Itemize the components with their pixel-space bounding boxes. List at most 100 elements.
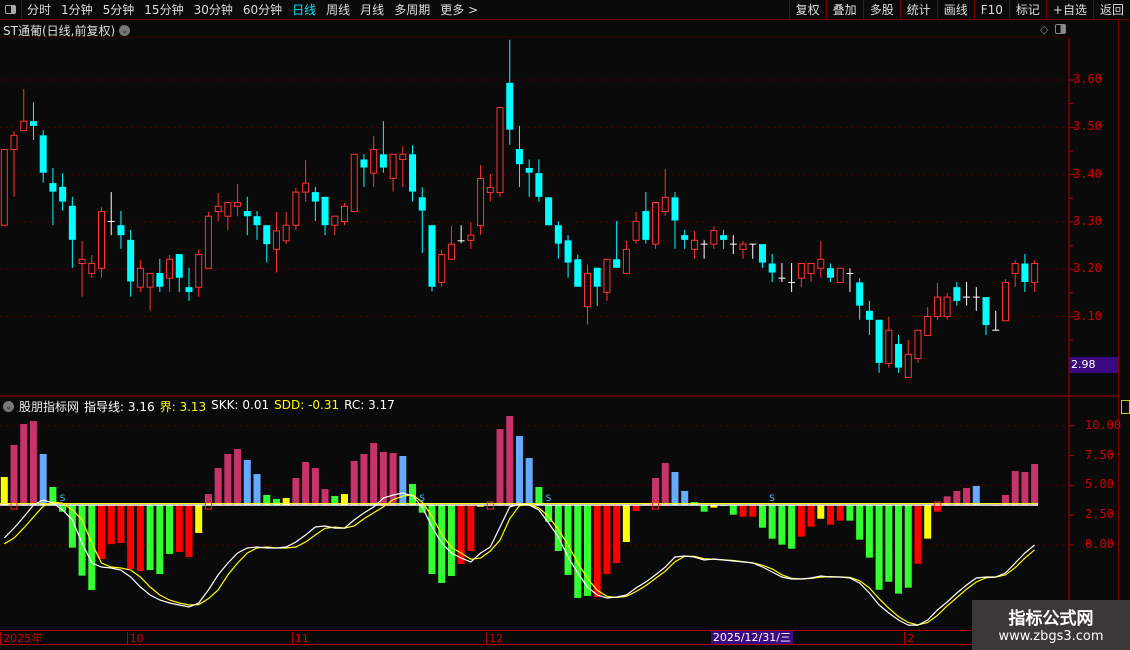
indicator-bar (302, 461, 310, 506)
candle-body-up (272, 230, 280, 250)
price-tick-label: 3.20 (1073, 261, 1102, 276)
candle-body-up (467, 234, 475, 241)
indicator-bar (613, 505, 621, 564)
kline-chart[interactable]: SSSS (0, 0, 1130, 650)
candle-body-up (914, 329, 922, 360)
indicator-bar (243, 459, 251, 506)
candle-body-up (486, 186, 494, 194)
candle-body-up (20, 120, 28, 132)
s-marker: S (546, 494, 552, 504)
indicator-bar (1021, 471, 1029, 506)
candle-body-up (166, 258, 174, 279)
s-marker: S (769, 494, 775, 504)
candle-body-up (817, 258, 825, 269)
indicator-bar (292, 477, 300, 506)
candle-body-up (904, 353, 912, 379)
s-marker: S (419, 494, 425, 504)
candle-body-down (982, 297, 990, 326)
indicator-bar (632, 505, 640, 511)
indicator-bar (739, 505, 747, 517)
candle-body-up (632, 220, 640, 241)
indicator-bar (953, 490, 961, 506)
indicator-bar (467, 505, 475, 551)
candle-body-down (953, 287, 961, 301)
chevron-down-icon[interactable]: ⌄ (3, 401, 14, 412)
candle-body-up (622, 248, 630, 274)
candle-body-down (39, 135, 47, 173)
indicator-bar (195, 505, 203, 533)
candle-body-down (535, 173, 543, 197)
candle-body-up (10, 134, 18, 151)
candle-body-up (943, 296, 951, 317)
indicator-bar (681, 490, 689, 506)
price-tick-label: 3.10 (1073, 308, 1102, 323)
candle-body-down (29, 121, 37, 126)
watermark-logo: 指标公式网 www.zbgs3.com (972, 600, 1130, 650)
indicator-bar (603, 505, 611, 574)
indicator-bar (117, 505, 125, 543)
indicator-bar (0, 476, 8, 506)
candle-body-up (234, 202, 242, 207)
indicator-bar (447, 505, 455, 577)
candle-body-up (78, 258, 86, 265)
indicator-bar (370, 442, 378, 506)
indicator-value: SKK: 0.01 (211, 398, 270, 412)
candle-body-down (253, 216, 261, 226)
candle-body-up (807, 263, 815, 274)
candle-body-down (515, 149, 523, 165)
candle-body-down (409, 154, 417, 192)
candle-body-up (739, 243, 747, 250)
indicator-bar (107, 505, 115, 545)
candle-body-down (263, 225, 271, 245)
date-tick-label: 12 (486, 632, 503, 645)
candle-body-down (642, 211, 650, 240)
candle-body-up (933, 296, 941, 317)
candle-body-down (564, 240, 572, 263)
indicator-tick-label: 5.00 (1085, 477, 1114, 492)
indicator-bar (535, 487, 543, 506)
candle-body-up (88, 263, 96, 274)
indicator-bar (933, 505, 941, 512)
candle-body-down (545, 197, 553, 226)
candle-body-up (496, 106, 504, 194)
right-side-strip (1118, 20, 1130, 630)
candle-body-down (175, 254, 183, 278)
auto-icon[interactable] (1121, 400, 1130, 414)
indicator-bar (671, 471, 679, 506)
candle-body-down (506, 82, 514, 130)
price-tick-label: 3.50 (1073, 119, 1102, 134)
indicator-bar (875, 505, 883, 590)
date-cursor-label: 2025/12/31/三 (710, 631, 793, 644)
candle-body-up (447, 243, 455, 260)
candle-body-up (136, 267, 144, 288)
candle-body-up (0, 149, 8, 226)
date-tick-label: 2 (904, 632, 914, 645)
candle-body-down (613, 259, 621, 268)
candle-body-up (399, 153, 407, 160)
candle-body-down (321, 196, 329, 226)
indicator-bar (554, 505, 562, 551)
candle-body-up (438, 254, 446, 283)
candle-body-down (865, 310, 873, 320)
candle-body-down (68, 205, 76, 240)
indicator-bar (39, 453, 47, 506)
candle-body-down (49, 183, 57, 192)
indicator-bar (175, 505, 183, 553)
indicator-bar (78, 505, 86, 576)
candle-body-down (895, 343, 903, 368)
candle-body-down (360, 159, 368, 168)
indicator-legend: ⌄ 股朋指标网 指导线: 3.16 界: 3.13 SKK: 0.01 SDD: -0… (3, 398, 395, 415)
indicator-name: 股朋指标网 (19, 400, 80, 414)
candle-body-up (885, 329, 893, 364)
candle-body-up (350, 153, 358, 212)
indicator-bar (904, 505, 912, 588)
indicator-bar (311, 468, 319, 506)
indicator-bar (515, 435, 523, 506)
indicator-bar (399, 456, 407, 506)
indicator-bar (1031, 463, 1039, 506)
candle-body-down (428, 225, 436, 287)
indicator-value: SDD: -0.31 (274, 398, 340, 412)
indicator-bar (496, 429, 504, 506)
indicator-bar (214, 468, 222, 506)
candle-body-down (185, 287, 193, 292)
